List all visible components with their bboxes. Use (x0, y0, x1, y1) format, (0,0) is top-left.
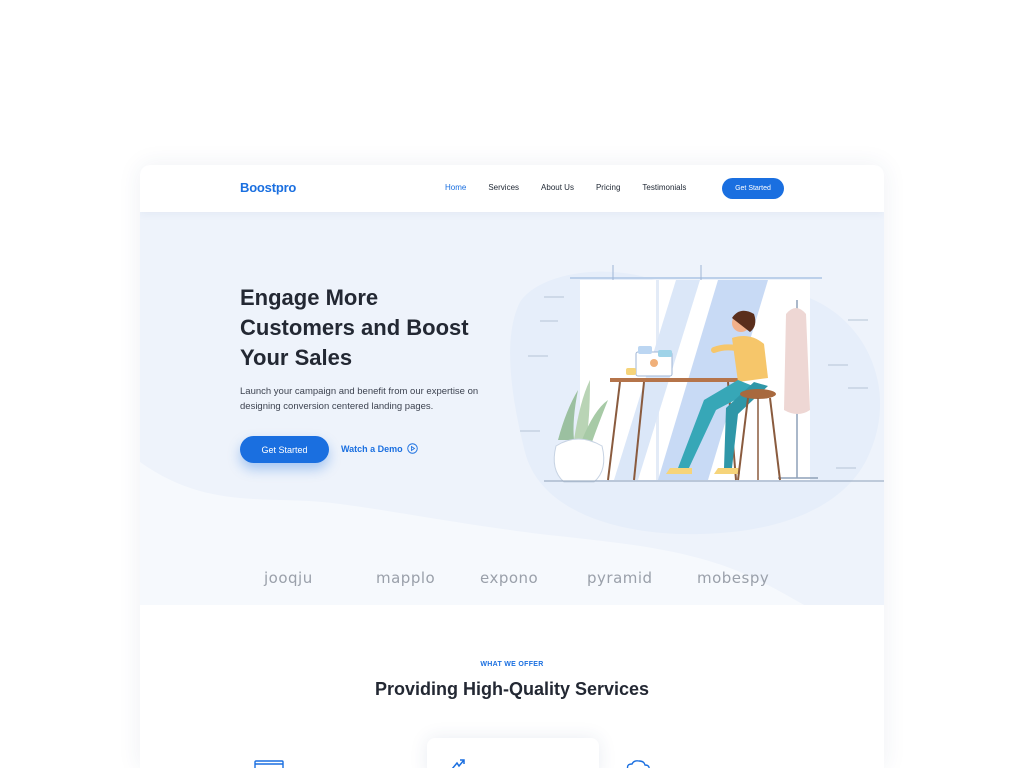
nav-home[interactable]: Home (445, 183, 466, 192)
site-header: Boostpro Home Services About Us Pricing … (140, 165, 884, 212)
cloud-icon (626, 760, 650, 768)
play-circle-icon (406, 443, 418, 454)
growth-icon (451, 759, 465, 768)
hero-get-started-button[interactable]: Get Started (240, 436, 329, 463)
page: Boostpro Home Services About Us Pricing … (0, 0, 1024, 768)
hero-subtitle-line: Launch your campaign and benefit from ou… (240, 386, 479, 397)
brand-logo[interactable]: Boostpro (240, 180, 296, 195)
service-card[interactable] (427, 738, 599, 768)
section-eyebrow: WHAT WE OFFER (480, 661, 544, 668)
client-logo: mobespy (697, 569, 770, 587)
nav-testimonials[interactable]: Testimonials (642, 183, 686, 192)
hero-subtitle-line: designing conversion centered landing pa… (240, 401, 434, 412)
watch-demo-label: Watch a Demo (341, 443, 403, 454)
hero-title: Engage More Customers and Boost Your Sal… (240, 283, 520, 373)
nav-about-us[interactable]: About Us (541, 183, 574, 192)
hero-subtitle: Launch your campaign and benefit from ou… (240, 384, 500, 414)
client-logo: expono (480, 569, 539, 587)
nav-pricing[interactable]: Pricing (596, 183, 620, 192)
client-logo: jooqju (264, 569, 313, 587)
nav-services[interactable]: Services (488, 183, 519, 192)
watch-demo-link[interactable]: Watch a Demo (341, 443, 418, 454)
hero-title-line: Engage More (240, 285, 379, 310)
landing-page-mockup: Boostpro Home Services About Us Pricing … (140, 165, 884, 768)
hero-illustration (520, 265, 884, 483)
client-logos-row: jooqju mapplo expono pyramid mobespy (260, 565, 780, 595)
hero-title-line: Customers and Boost (240, 315, 469, 340)
header-get-started-button[interactable]: Get Started (722, 178, 784, 199)
browser-icon (254, 760, 284, 768)
client-logo: pyramid (587, 569, 653, 587)
hero-title-line: Your Sales (240, 345, 353, 370)
section-title: Providing High-Quality Services (374, 679, 650, 699)
main-nav: Home Services About Us Pricing Testimoni… (445, 183, 708, 192)
client-logo: mapplo (376, 569, 436, 587)
